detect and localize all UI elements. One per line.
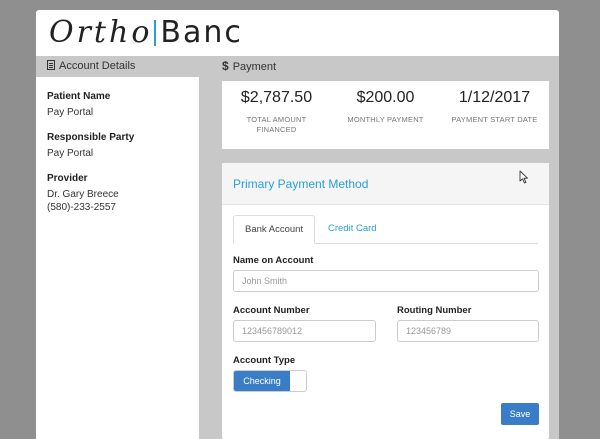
account-type-toggle[interactable]: Checking bbox=[233, 370, 307, 392]
patient-name-value: Pay Portal bbox=[47, 107, 94, 118]
responsible-party-value: Pay Portal bbox=[47, 148, 94, 159]
save-button[interactable]: Save bbox=[501, 403, 539, 425]
provider-label: Provider bbox=[47, 173, 88, 184]
monthly-payment-value: $200.00 bbox=[356, 89, 415, 106]
payment-header: $ Payment bbox=[222, 56, 559, 77]
name-on-account-label: Name on Account bbox=[233, 255, 314, 266]
account-details-header: Account Details bbox=[36, 56, 199, 77]
account-details-panel: Patient Name Pay Portal Responsible Part… bbox=[36, 77, 199, 439]
name-on-account-input[interactable]: John Smith bbox=[233, 270, 539, 292]
account-type-checking[interactable]: Checking bbox=[234, 371, 290, 391]
summary-monthly-payment: $200.00 MONTHLY PAYMENT bbox=[331, 89, 440, 149]
tab-credit-card[interactable]: Credit Card bbox=[317, 215, 388, 244]
total-financed-label-line1: TOTAL AMOUNT bbox=[246, 115, 307, 124]
total-financed-value: $2,787.50 bbox=[240, 89, 313, 106]
dollar-icon: $ bbox=[222, 59, 229, 73]
total-financed-label: TOTAL AMOUNT FINANCED bbox=[222, 115, 331, 135]
payment-title: Payment bbox=[232, 61, 277, 73]
provider-name: Dr. Gary Breece bbox=[47, 189, 119, 200]
payment-summary: $2,787.50 TOTAL AMOUNT FINANCED $200.00 … bbox=[222, 81, 549, 149]
tab-bank-account[interactable]: Bank Account bbox=[233, 215, 316, 244]
logo-ortho-text: Ortho bbox=[49, 15, 153, 50]
patient-name-label: Patient Name bbox=[47, 91, 111, 102]
logo-separator bbox=[154, 20, 157, 46]
orthobanc-logo: Ortho Banc bbox=[49, 14, 243, 52]
routing-number-label: Routing Number bbox=[397, 305, 472, 316]
payment-method-tabs: Bank Account Credit Card bbox=[233, 215, 538, 244]
responsible-party-label: Responsible Party bbox=[47, 132, 135, 143]
mouse-pointer-icon bbox=[519, 170, 528, 184]
summary-total-financed: $2,787.50 TOTAL AMOUNT FINANCED bbox=[222, 89, 331, 149]
start-date-value: 1/12/2017 bbox=[458, 89, 531, 106]
summary-start-date: 1/12/2017 PAYMENT START DATE bbox=[440, 89, 549, 149]
account-number-input[interactable]: 123456789012 bbox=[233, 320, 376, 342]
account-details-title: Account Details bbox=[59, 60, 136, 72]
account-number-label: Account Number bbox=[233, 305, 310, 316]
routing-number-input[interactable]: 123456789 bbox=[397, 320, 539, 342]
monthly-payment-label: MONTHLY PAYMENT bbox=[347, 115, 424, 124]
logo-banc-text: Banc bbox=[160, 15, 243, 50]
primary-payment-panel: Primary Payment Method Bank Account Cred… bbox=[222, 163, 549, 439]
total-financed-label-line2: FINANCED bbox=[256, 125, 297, 134]
document-icon bbox=[47, 60, 55, 70]
start-date-label: PAYMENT START DATE bbox=[451, 115, 538, 124]
brand-bar: Ortho Banc bbox=[36, 10, 559, 56]
account-type-label: Account Type bbox=[233, 355, 296, 366]
primary-payment-title: Primary Payment Method bbox=[222, 163, 549, 205]
provider-phone: (580)-233-2557 bbox=[47, 202, 116, 213]
